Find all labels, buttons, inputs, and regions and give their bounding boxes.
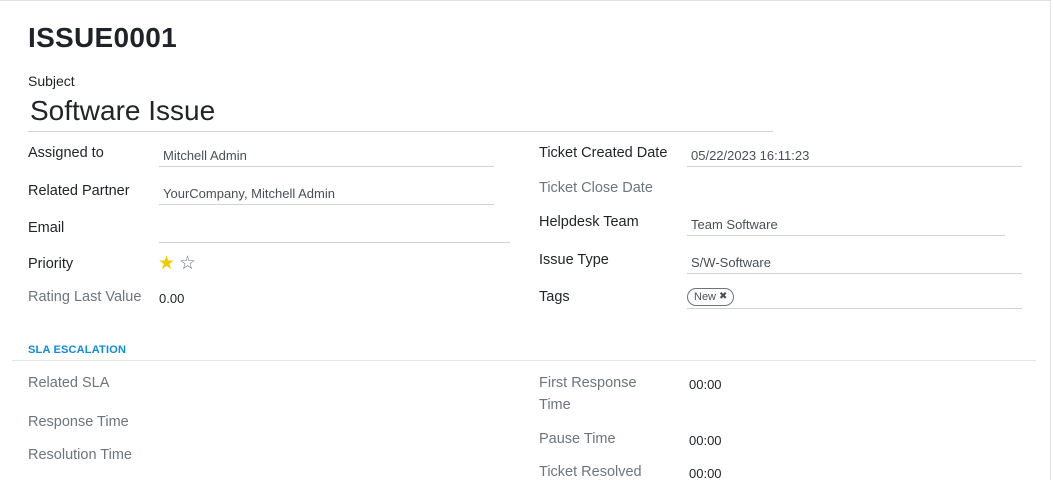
sla-escalation-title: SLA ESCALATION [28, 344, 127, 356]
ticket-resolved-value: 00:00 [689, 466, 722, 481]
subject-input[interactable]: Software Issue [30, 95, 215, 127]
priority-star-empty-icon[interactable]: ☆ [179, 254, 196, 273]
first-response-time-value: 00:00 [689, 377, 722, 392]
assigned-to-label: Assigned to [28, 145, 104, 161]
subject-label: Subject [28, 73, 75, 89]
resolution-time-label: Resolution Time [28, 447, 132, 463]
first-response-time-label-line2: Time [539, 397, 571, 413]
related-sla-label: Related SLA [28, 375, 110, 391]
issue-type-underline [687, 273, 1022, 274]
ticket-created-date-underline [687, 166, 1022, 167]
tags-underline [687, 308, 1022, 309]
sla-section-divider [12, 360, 1036, 361]
ticket-created-date-label: Ticket Created Date [539, 145, 668, 161]
email-label: Email [28, 220, 65, 236]
helpdesk-team-label: Helpdesk Team [539, 214, 639, 230]
form-sheet [0, 0, 1051, 480]
pause-time-label: Pause Time [539, 431, 616, 447]
ticket-reference: ISSUE0001 [28, 22, 178, 53]
tag-label: New [694, 291, 717, 303]
ticket-resolved-label: Ticket Resolved [539, 464, 642, 480]
response-time-label: Response Time [28, 414, 129, 430]
priority-label: Priority [28, 256, 74, 272]
assigned-to-underline [159, 166, 494, 167]
helpdesk-team-field[interactable]: Team Software [691, 217, 778, 232]
related-partner-underline [159, 204, 494, 205]
tags-input[interactable] [740, 288, 1020, 306]
priority-star-filled-icon[interactable]: ★ [158, 254, 175, 273]
issue-type-label: Issue Type [539, 252, 609, 268]
issue-type-field[interactable]: S/W-Software [691, 255, 771, 270]
related-partner-field[interactable]: YourCompany, Mitchell Admin [163, 186, 335, 201]
email-underline [159, 242, 510, 243]
related-partner-label: Related Partner [28, 183, 130, 199]
rating-last-value: 0.00 [159, 291, 185, 306]
tags-label: Tags [539, 289, 570, 305]
first-response-time-label-line1: First Response [539, 375, 637, 391]
tag-badge-new: New ✖ [687, 288, 735, 306]
ticket-close-date-label: Ticket Close Date [539, 180, 653, 196]
assigned-to-field[interactable]: Mitchell Admin [163, 148, 247, 163]
email-field[interactable] [163, 222, 508, 240]
helpdesk-team-underline [687, 235, 1005, 236]
remove-tag-icon[interactable]: ✖ [719, 288, 727, 306]
rating-last-value-label: Rating Last Value [28, 289, 142, 305]
pause-time-value: 00:00 [689, 433, 722, 448]
ticket-created-date-field[interactable]: 05/22/2023 16:11:23 [691, 148, 809, 163]
subject-underline [28, 131, 773, 132]
